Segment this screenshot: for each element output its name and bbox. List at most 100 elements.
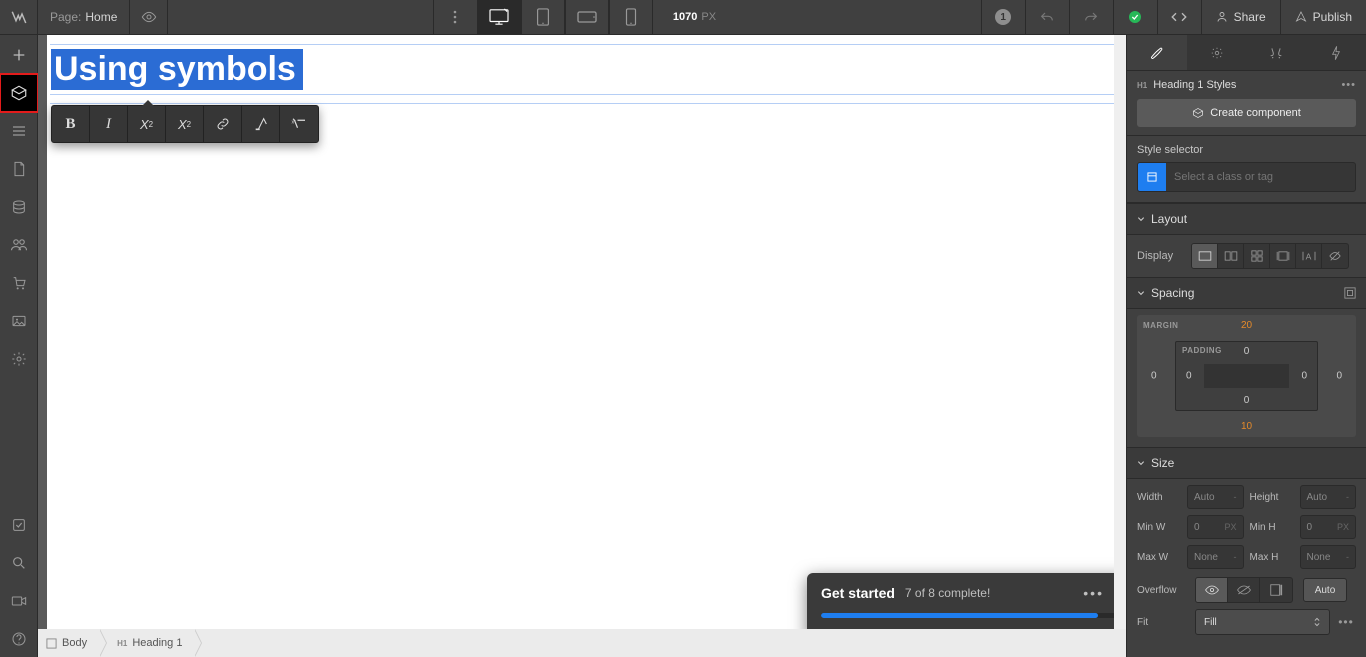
desktop-breakpoint[interactable] (477, 0, 521, 35)
padding-left[interactable]: 0 (1186, 371, 1192, 382)
overflow-visible[interactable] (1196, 578, 1228, 602)
superscript-button[interactable]: X2 (128, 106, 166, 142)
video-tutorials-button[interactable] (1, 583, 37, 619)
audit-button[interactable] (1, 507, 37, 543)
margin-bottom[interactable]: 10 (1241, 421, 1252, 432)
search-button[interactable] (1, 545, 37, 581)
status-ok[interactable] (1113, 0, 1157, 35)
redo-button[interactable] (1069, 0, 1113, 35)
maxh-unit: - (1346, 552, 1349, 562)
changes-indicator[interactable]: 1 (981, 0, 1025, 35)
topbar-right: 1 Share Publish (981, 0, 1366, 35)
margin-top[interactable]: 20 (1241, 320, 1252, 331)
fit-select[interactable]: Fill (1195, 609, 1330, 635)
spacing-section-head[interactable]: Spacing (1127, 277, 1366, 309)
minw-input[interactable]: 0PX (1187, 515, 1244, 539)
fit-more[interactable]: ••• (1336, 615, 1356, 629)
settings-tab[interactable] (1187, 35, 1247, 70)
style-selector-input[interactable] (1137, 162, 1356, 192)
breadcrumb-body[interactable]: Body (38, 629, 99, 657)
width-input[interactable]: Auto- (1187, 485, 1244, 509)
ecommerce-button[interactable] (1, 265, 37, 301)
height-unit: - (1346, 492, 1349, 502)
overflow-hidden[interactable] (1228, 578, 1260, 602)
display-inline-block[interactable] (1270, 244, 1296, 268)
caret-down-icon (1137, 215, 1145, 223)
element-tag: H1 (1137, 81, 1147, 90)
overflow-label: Overflow (1137, 585, 1189, 596)
style-selector-field[interactable] (1166, 171, 1355, 183)
text-color-button[interactable] (242, 106, 280, 142)
page-picker[interactable]: Page: Home (38, 0, 130, 35)
maxh-input[interactable]: None- (1300, 545, 1357, 569)
padding-right[interactable]: 0 (1301, 371, 1307, 382)
style-manager-tab[interactable] (1247, 35, 1307, 70)
overflow-auto[interactable]: Auto (1303, 578, 1347, 602)
overflow-options (1195, 577, 1293, 603)
selected-heading[interactable]: Using symbols (51, 49, 303, 90)
minh-input[interactable]: 0PX (1300, 515, 1357, 539)
cms-button[interactable] (1, 189, 37, 225)
canvas-area: Using symbols B I X2 X2 x Get started 7 … (38, 35, 1126, 629)
canvas[interactable]: Using symbols B I X2 X2 x Get started 7 … (47, 35, 1117, 629)
interactions-tab[interactable] (1306, 35, 1366, 70)
pages-button[interactable] (1, 151, 37, 187)
add-element-button[interactable] (1, 37, 37, 73)
export-code-button[interactable] (1157, 0, 1201, 35)
onboarding-menu[interactable]: ••• (1083, 585, 1104, 601)
clear-format-button[interactable]: x (280, 106, 318, 142)
maxw-input[interactable]: None- (1187, 545, 1244, 569)
display-inline[interactable]: A (1296, 244, 1322, 268)
navigator-button[interactable] (1, 113, 37, 149)
italic-button[interactable]: I (90, 106, 128, 142)
help-button[interactable] (1, 621, 37, 657)
assets-button[interactable] (1, 303, 37, 339)
padding-bottom[interactable]: 0 (1244, 395, 1250, 406)
minh-value: 0 (1307, 522, 1313, 533)
users-button[interactable] (1, 227, 37, 263)
publish-button[interactable]: Publish (1280, 0, 1366, 35)
subscript-button[interactable]: X2 (166, 106, 204, 142)
padding-top[interactable]: 0 (1244, 346, 1250, 357)
canvas-scrollbar[interactable] (1114, 35, 1126, 629)
element-more[interactable]: ••• (1341, 79, 1356, 91)
layout-section-head[interactable]: Layout (1127, 203, 1366, 235)
webflow-logo[interactable] (0, 0, 38, 35)
overflow-scroll[interactable] (1260, 578, 1292, 602)
text-format-toolbar: B I X2 X2 x (51, 105, 319, 143)
style-selector-section: Style selector (1127, 136, 1366, 203)
preview-toggle[interactable] (130, 0, 168, 35)
display-flex[interactable] (1218, 244, 1244, 268)
undo-button[interactable] (1025, 0, 1069, 35)
link-button[interactable] (204, 106, 242, 142)
maxw-value: None (1194, 552, 1218, 563)
tablet-breakpoint[interactable] (521, 0, 565, 35)
symbols-button[interactable] (1, 75, 37, 111)
settings-button[interactable] (1, 341, 37, 377)
breakpoint-width[interactable]: 1070 PX (673, 11, 716, 23)
style-tab[interactable] (1127, 35, 1187, 70)
bold-button[interactable]: B (52, 106, 90, 142)
progress-fill (821, 613, 1098, 618)
spacing-expand-icon[interactable] (1344, 287, 1356, 299)
display-grid[interactable] (1244, 244, 1270, 268)
bp-width-value: 1070 (673, 11, 697, 23)
create-component-button[interactable]: Create component (1137, 99, 1356, 127)
right-panel-tabs (1127, 35, 1366, 71)
size-grid: Width Auto- Height Auto- Min W 0PX Min H… (1127, 479, 1366, 577)
more-breakpoints-button[interactable] (433, 0, 477, 35)
publish-label: Publish (1313, 10, 1352, 24)
display-block[interactable] (1192, 244, 1218, 268)
share-button[interactable]: Share (1201, 0, 1280, 35)
onboarding-title: Get started (821, 585, 895, 601)
mobile-landscape-breakpoint[interactable] (565, 0, 609, 35)
margin-left[interactable]: 0 (1151, 371, 1157, 382)
caret-down-icon (1137, 289, 1145, 297)
breadcrumb-heading[interactable]: H1 Heading 1 (109, 629, 194, 657)
page-label: Page: (50, 10, 81, 24)
height-input[interactable]: Auto- (1300, 485, 1357, 509)
size-section-head[interactable]: Size (1127, 447, 1366, 479)
margin-right[interactable]: 0 (1336, 371, 1342, 382)
mobile-portrait-breakpoint[interactable] (609, 0, 653, 35)
display-none[interactable] (1322, 244, 1348, 268)
